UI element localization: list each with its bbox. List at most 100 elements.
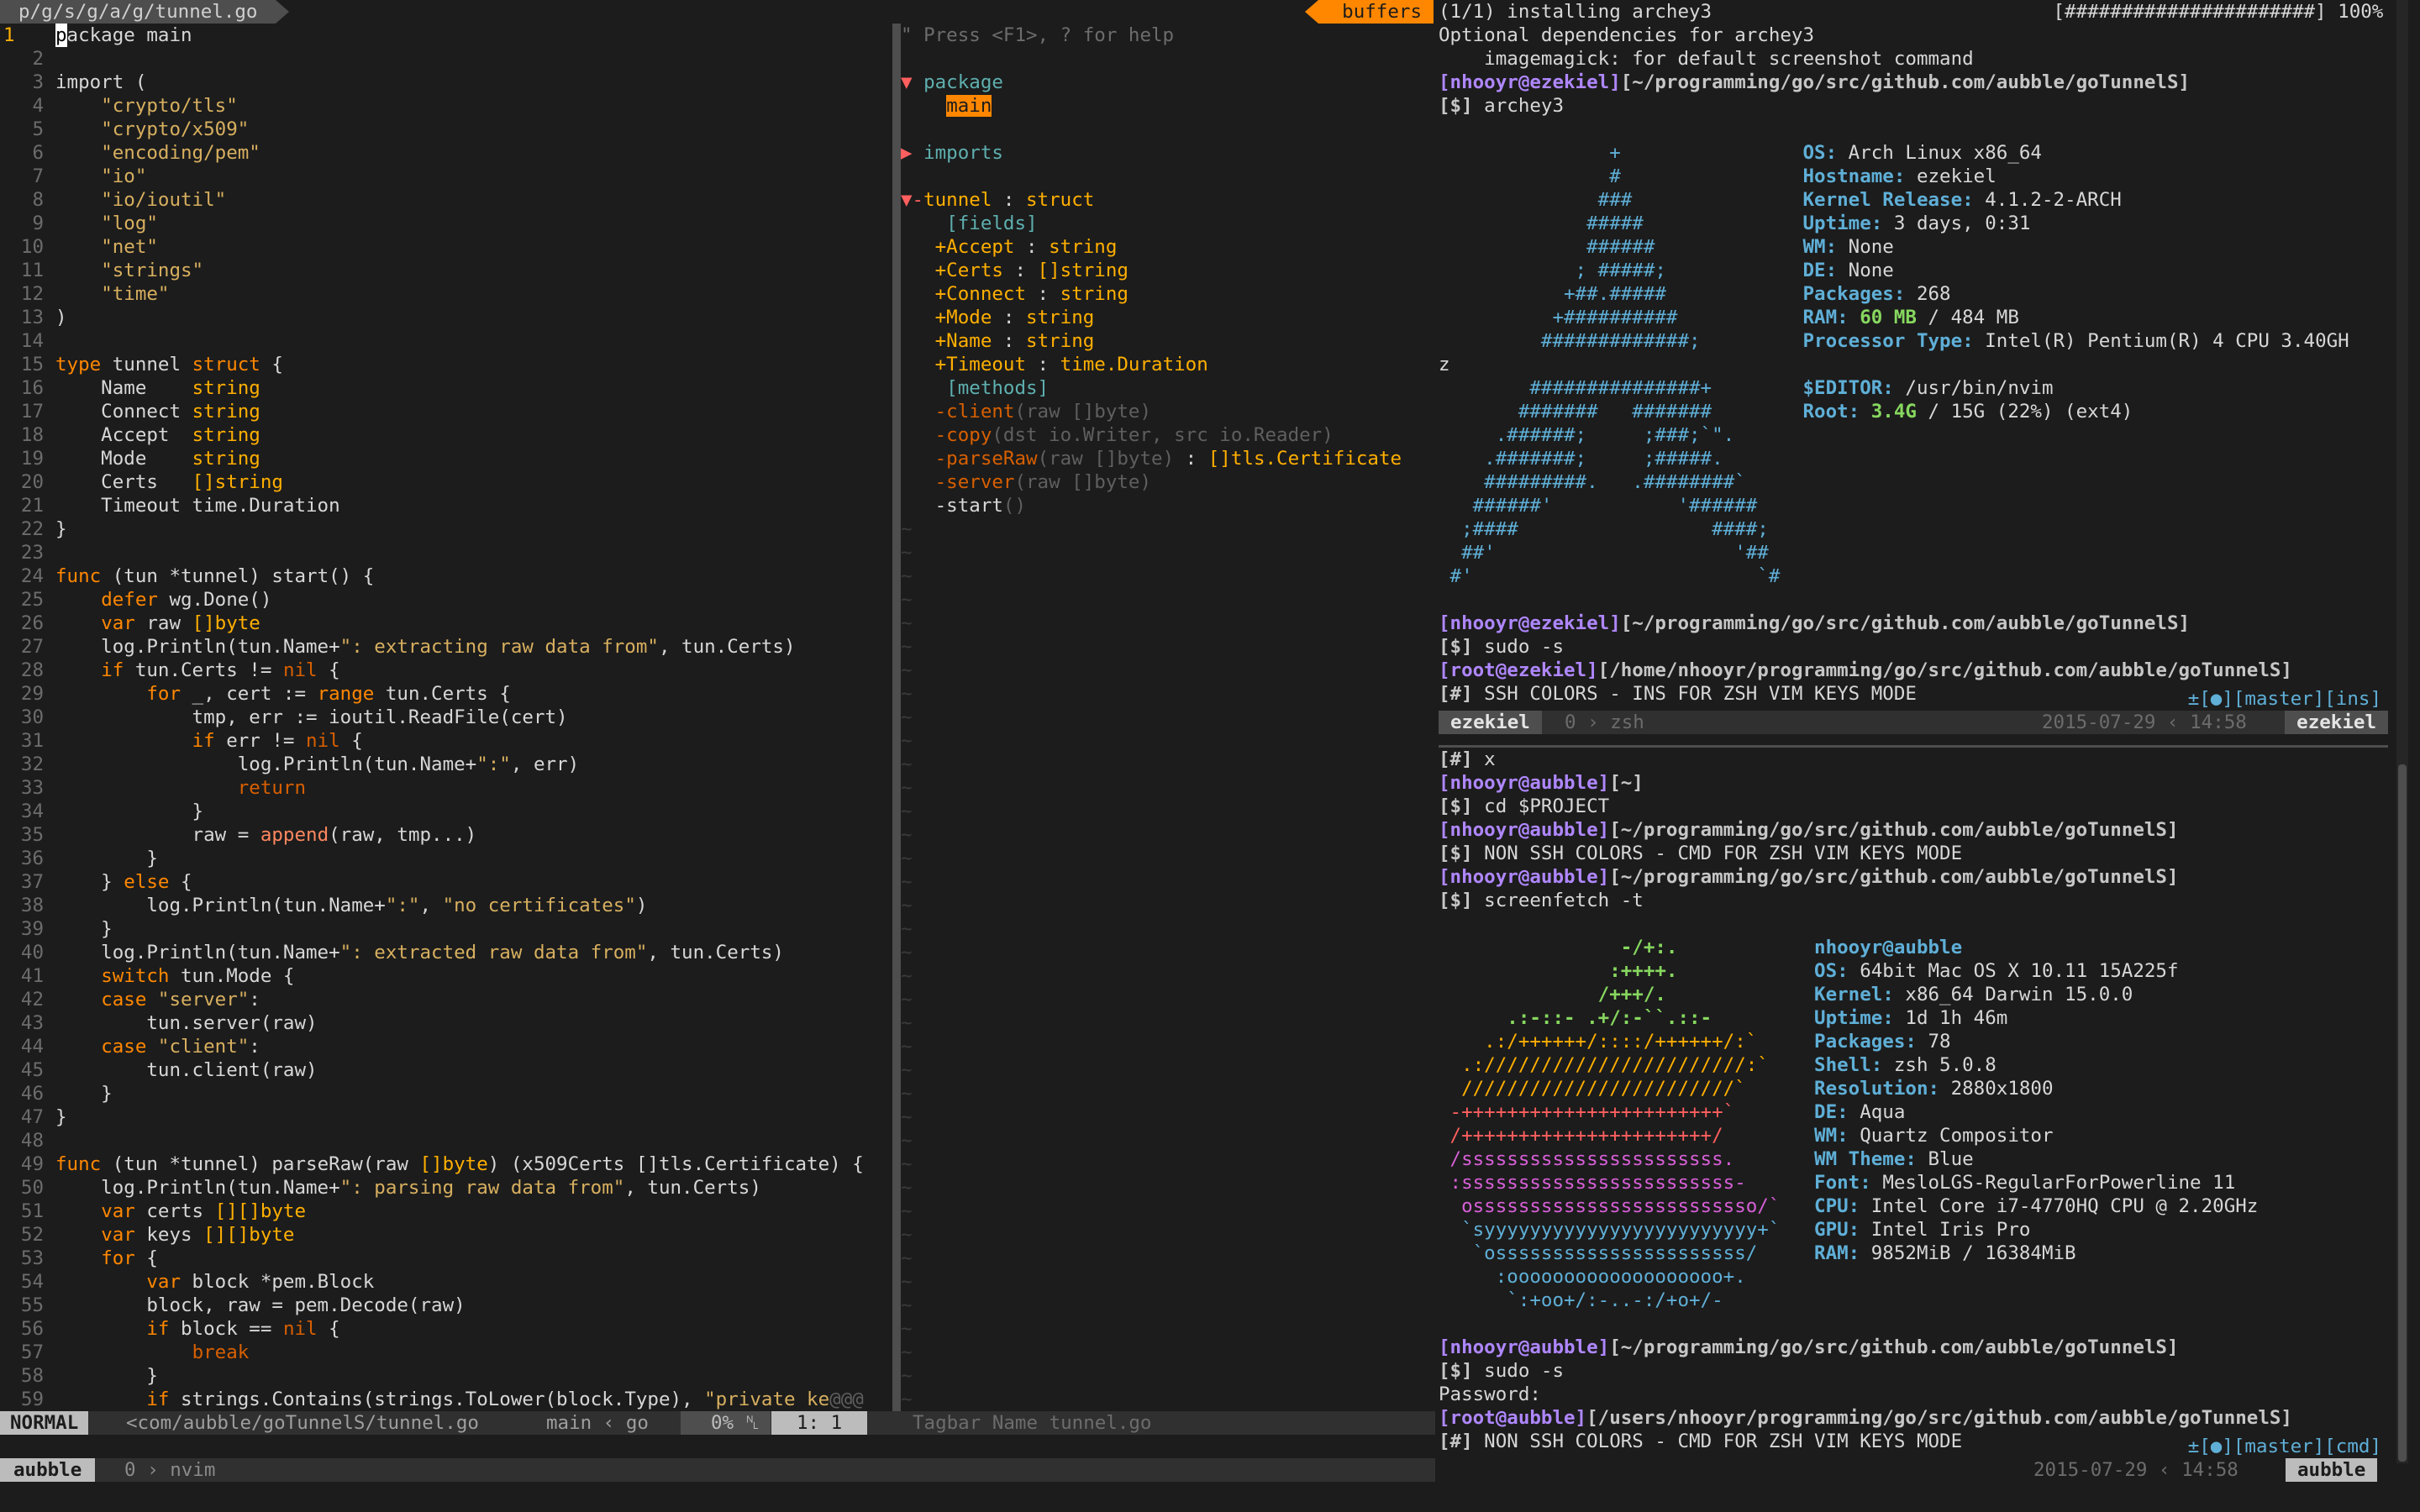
terminal-line: #############; Processor Type: Intel(R) … — [1439, 329, 2388, 353]
tagbar-token — [901, 95, 946, 117]
tagbar-pane[interactable]: " Press <F1>, ? for help ▼ package main ▶ … — [901, 24, 1435, 1411]
code-token: case — [101, 1036, 147, 1058]
tagbar-line: +Accept : string — [901, 235, 1435, 259]
code-line: 11 "strings" — [0, 259, 892, 282]
empty-line-marker: ~ — [901, 848, 913, 869]
code-area[interactable]: 1 package main 2 3 import (4 "crypto/tls" 5 "… — [0, 24, 892, 1411]
code-token: var — [101, 1200, 135, 1222]
tagbar-token: []tls.Certificate — [1207, 448, 1402, 470]
terminal-token: Kernel Release: — [1802, 189, 1986, 211]
code-token: if — [192, 730, 215, 752]
line-number: 57 — [20, 1341, 44, 1363]
code-token: for — [101, 1247, 135, 1269]
terminal-token: [nhooyr@ezekiel] — [1439, 71, 1621, 93]
scrollbar-thumb[interactable] — [2398, 764, 2407, 1462]
terminal-token: MesloLGS-RegularForPowerline 11 — [1882, 1172, 2236, 1194]
terminal-token: [$] — [1439, 890, 1473, 911]
line-number: 32 — [20, 753, 44, 775]
terminal-token: -/+:. — [1439, 937, 1815, 958]
terminal-token: `:+oo+/:-..-:/+o+/- — [1439, 1289, 1815, 1311]
code-token: func — [55, 1153, 102, 1175]
tagbar-token — [901, 307, 935, 328]
code-token: "log" — [101, 213, 158, 234]
code-line: 42 case "server": — [0, 988, 892, 1011]
empty-line-marker: ~ — [901, 1341, 913, 1363]
terminal-line: /sssssssssssssssssssssss. WM Theme: Blue — [1439, 1147, 2388, 1171]
line-number: 45 — [20, 1059, 44, 1081]
code-token: @@@ — [829, 1389, 864, 1410]
terminal-token: [$] — [1439, 843, 1473, 864]
vertical-split-separator[interactable] — [892, 24, 901, 1411]
terminal-token: ###### — [1439, 236, 1803, 258]
code-line: 27 log.Println(tun.Name+": extracting ra… — [0, 635, 892, 659]
tagbar-line: +Timeout : time.Duration — [901, 353, 1435, 376]
code-token: (tun *tunnel) parseRaw(raw — [101, 1153, 420, 1175]
code-line: 50 log.Println(tun.Name+": parsing raw d… — [0, 1176, 892, 1200]
code-token: "private ke — [704, 1389, 830, 1410]
line-number: 10 — [20, 236, 44, 258]
tagbar-token: imports — [923, 142, 1003, 164]
code-line: 30 tmp, err := ioutil.ReadFile(cert) — [0, 706, 892, 729]
code-token: } — [55, 1365, 158, 1387]
terminal-token: 78 — [1928, 1031, 1951, 1053]
empty-line-marker: ~ — [901, 730, 913, 752]
line-number: 4 — [32, 95, 44, 117]
terminal-token: .#######; ;#####. — [1439, 448, 1803, 470]
tagbar-line: " Press <F1>, ? for help — [901, 24, 1435, 47]
code-token: { — [317, 1318, 340, 1340]
code-token: import ( — [55, 71, 147, 93]
code-line: 7 "io" — [0, 165, 892, 188]
terminal-line: # Hostname: ezekiel — [1439, 165, 2388, 188]
terminal-token: CPU: — [1814, 1195, 1871, 1217]
code-line: 23 — [0, 541, 892, 564]
code-line: 16 Name string — [0, 376, 892, 400]
editor-pane[interactable]: p/g/s/g/a/g/tunnel.go 1 package main 2 3 imp… — [0, 0, 892, 1411]
code-line: 58 } — [0, 1364, 892, 1388]
code-token: raw — [134, 612, 192, 634]
code-line: 18 Accept string — [0, 423, 892, 447]
git-status-bottom: ±[●][master][cmd] — [2187, 1436, 2381, 1457]
tagbar-token: string — [1026, 307, 1095, 328]
terminal-line: + OS: Arch Linux x86_64 — [1439, 141, 2388, 165]
terminal-token: [~/programming/go/src/github.com/aubble/… — [1620, 612, 2191, 634]
tmux-window[interactable]: 0 › nvim — [124, 1458, 215, 1482]
terminal-token: .######; ;###;`". — [1439, 424, 1803, 446]
terminal-line: [#] x — [1439, 748, 2388, 771]
tagbar-token: -server — [934, 471, 1015, 493]
session-chip: ezekiel — [1439, 711, 1542, 734]
empty-line-marker: ~ — [901, 801, 913, 822]
terminal-bottom[interactable]: [#] x [nhooyr@aubble][~] [$] cd $PROJECT [n… — [1439, 748, 2388, 1463]
line-number: 56 — [20, 1318, 44, 1340]
code-token: ": extracted raw data from" — [339, 942, 648, 963]
terminal-token: Font: — [1814, 1172, 1883, 1194]
terminal-token: OS: — [1814, 960, 1860, 982]
tagbar-line: +Certs : []string — [901, 259, 1435, 282]
window-chip: 0 › zsh — [1565, 711, 1644, 733]
terminal-token: $EDITOR: — [1802, 377, 1906, 399]
terminal-token: WM Theme: — [1814, 1148, 1928, 1170]
empty-line-marker: ~ — [901, 1318, 913, 1340]
tagbar-token: +Accept — [934, 236, 1015, 258]
code-token: else — [124, 871, 170, 893]
tagbar-line: -copy(dst io.Writer, src io.Reader) — [901, 423, 1435, 447]
terminal-token: :++++. — [1439, 960, 1815, 982]
line-number: 49 — [20, 1153, 44, 1175]
terminal-top[interactable]: (1/1) installing archey3 [##############… — [1439, 0, 2388, 711]
terminal-token: None — [1848, 236, 1894, 258]
tab-file[interactable]: p/g/s/g/a/g/tunnel.go — [0, 0, 290, 24]
buffers-label[interactable]: buffers — [1318, 0, 1434, 24]
code-line: 3 import ( — [0, 71, 892, 94]
terminal-line: osssssssssssssssssssssssso/` CPU: Intel … — [1439, 1194, 2388, 1218]
code-token: { — [134, 1247, 158, 1269]
tagbar-token: +Mode — [934, 307, 992, 328]
code-token: string — [192, 448, 260, 470]
code-token: , err) — [510, 753, 580, 775]
code-token: raw = — [55, 824, 260, 846]
empty-line-marker: ~ — [901, 1389, 913, 1410]
code-token: struct — [192, 354, 260, 375]
terminal-token: zsh 5.0.8 — [1893, 1054, 1996, 1076]
